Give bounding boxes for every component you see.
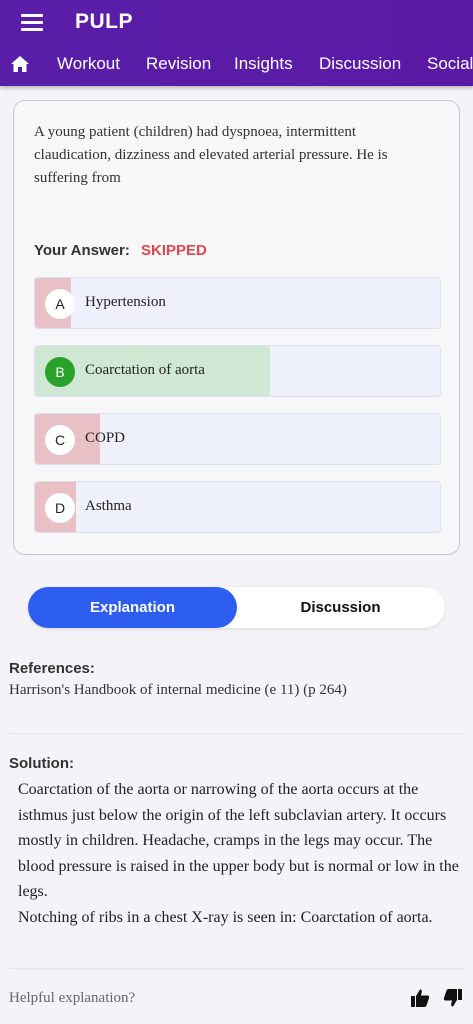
references-text: Harrison's Handbook of internal medicine… bbox=[9, 682, 347, 698]
home-icon[interactable] bbox=[10, 54, 30, 74]
option-d[interactable]: D Asthma bbox=[34, 481, 441, 533]
solution-paragraph: Notching of ribs in a chest X-ray is see… bbox=[18, 908, 433, 926]
option-d-letter: D bbox=[45, 493, 75, 523]
divider bbox=[9, 733, 464, 734]
option-c-letter: C bbox=[45, 425, 75, 455]
option-b[interactable]: B Coarctation of aorta bbox=[34, 345, 441, 397]
option-b-letter: B bbox=[45, 357, 75, 387]
option-c-text: COPD bbox=[85, 430, 126, 446]
option-a-text: Hypertension bbox=[85, 294, 166, 310]
solution-paragraph: Coarctation of the aorta or narrowing of… bbox=[18, 781, 459, 900]
app-bar: PULP Workout Revision Insights Discussio… bbox=[0, 0, 473, 86]
helpful-prompt: Helpful explanation? bbox=[9, 990, 136, 1006]
option-d-text: Asthma bbox=[85, 498, 132, 514]
nav-item-workout[interactable]: Workout bbox=[57, 53, 120, 75]
references-heading: References: bbox=[9, 660, 95, 677]
question-card: A young patient (children) had dyspnoea,… bbox=[13, 100, 460, 555]
nav-item-discussion[interactable]: Discussion bbox=[319, 53, 401, 75]
explanation-discussion-toggle: Explanation Discussion bbox=[28, 587, 445, 628]
your-answer-label: Your Answer: bbox=[34, 242, 130, 259]
app-title: PULP bbox=[75, 10, 134, 33]
thumbs-down-icon[interactable] bbox=[443, 988, 463, 1008]
tab-explanation[interactable]: Explanation bbox=[28, 587, 237, 628]
nav-item-social[interactable]: Social bbox=[427, 53, 473, 75]
option-c[interactable]: C COPD bbox=[34, 413, 441, 465]
menu-icon[interactable] bbox=[21, 14, 43, 32]
your-answer-status: SKIPPED bbox=[141, 242, 207, 259]
tab-discussion[interactable]: Discussion bbox=[236, 587, 445, 628]
solution-text: Coarctation of the aorta or narrowing of… bbox=[18, 777, 468, 930]
nav-item-revision[interactable]: Revision bbox=[146, 53, 211, 75]
option-b-text: Coarctation of aorta bbox=[85, 362, 205, 378]
divider bbox=[9, 968, 464, 969]
solution-heading: Solution: bbox=[9, 755, 74, 772]
option-a-letter: A bbox=[45, 289, 75, 319]
option-a[interactable]: A Hypertension bbox=[34, 277, 441, 329]
question-text: A young patient (children) had dyspnoea,… bbox=[34, 124, 388, 186]
nav-item-insights[interactable]: Insights bbox=[234, 53, 293, 75]
thumbs-up-icon[interactable] bbox=[410, 988, 430, 1008]
